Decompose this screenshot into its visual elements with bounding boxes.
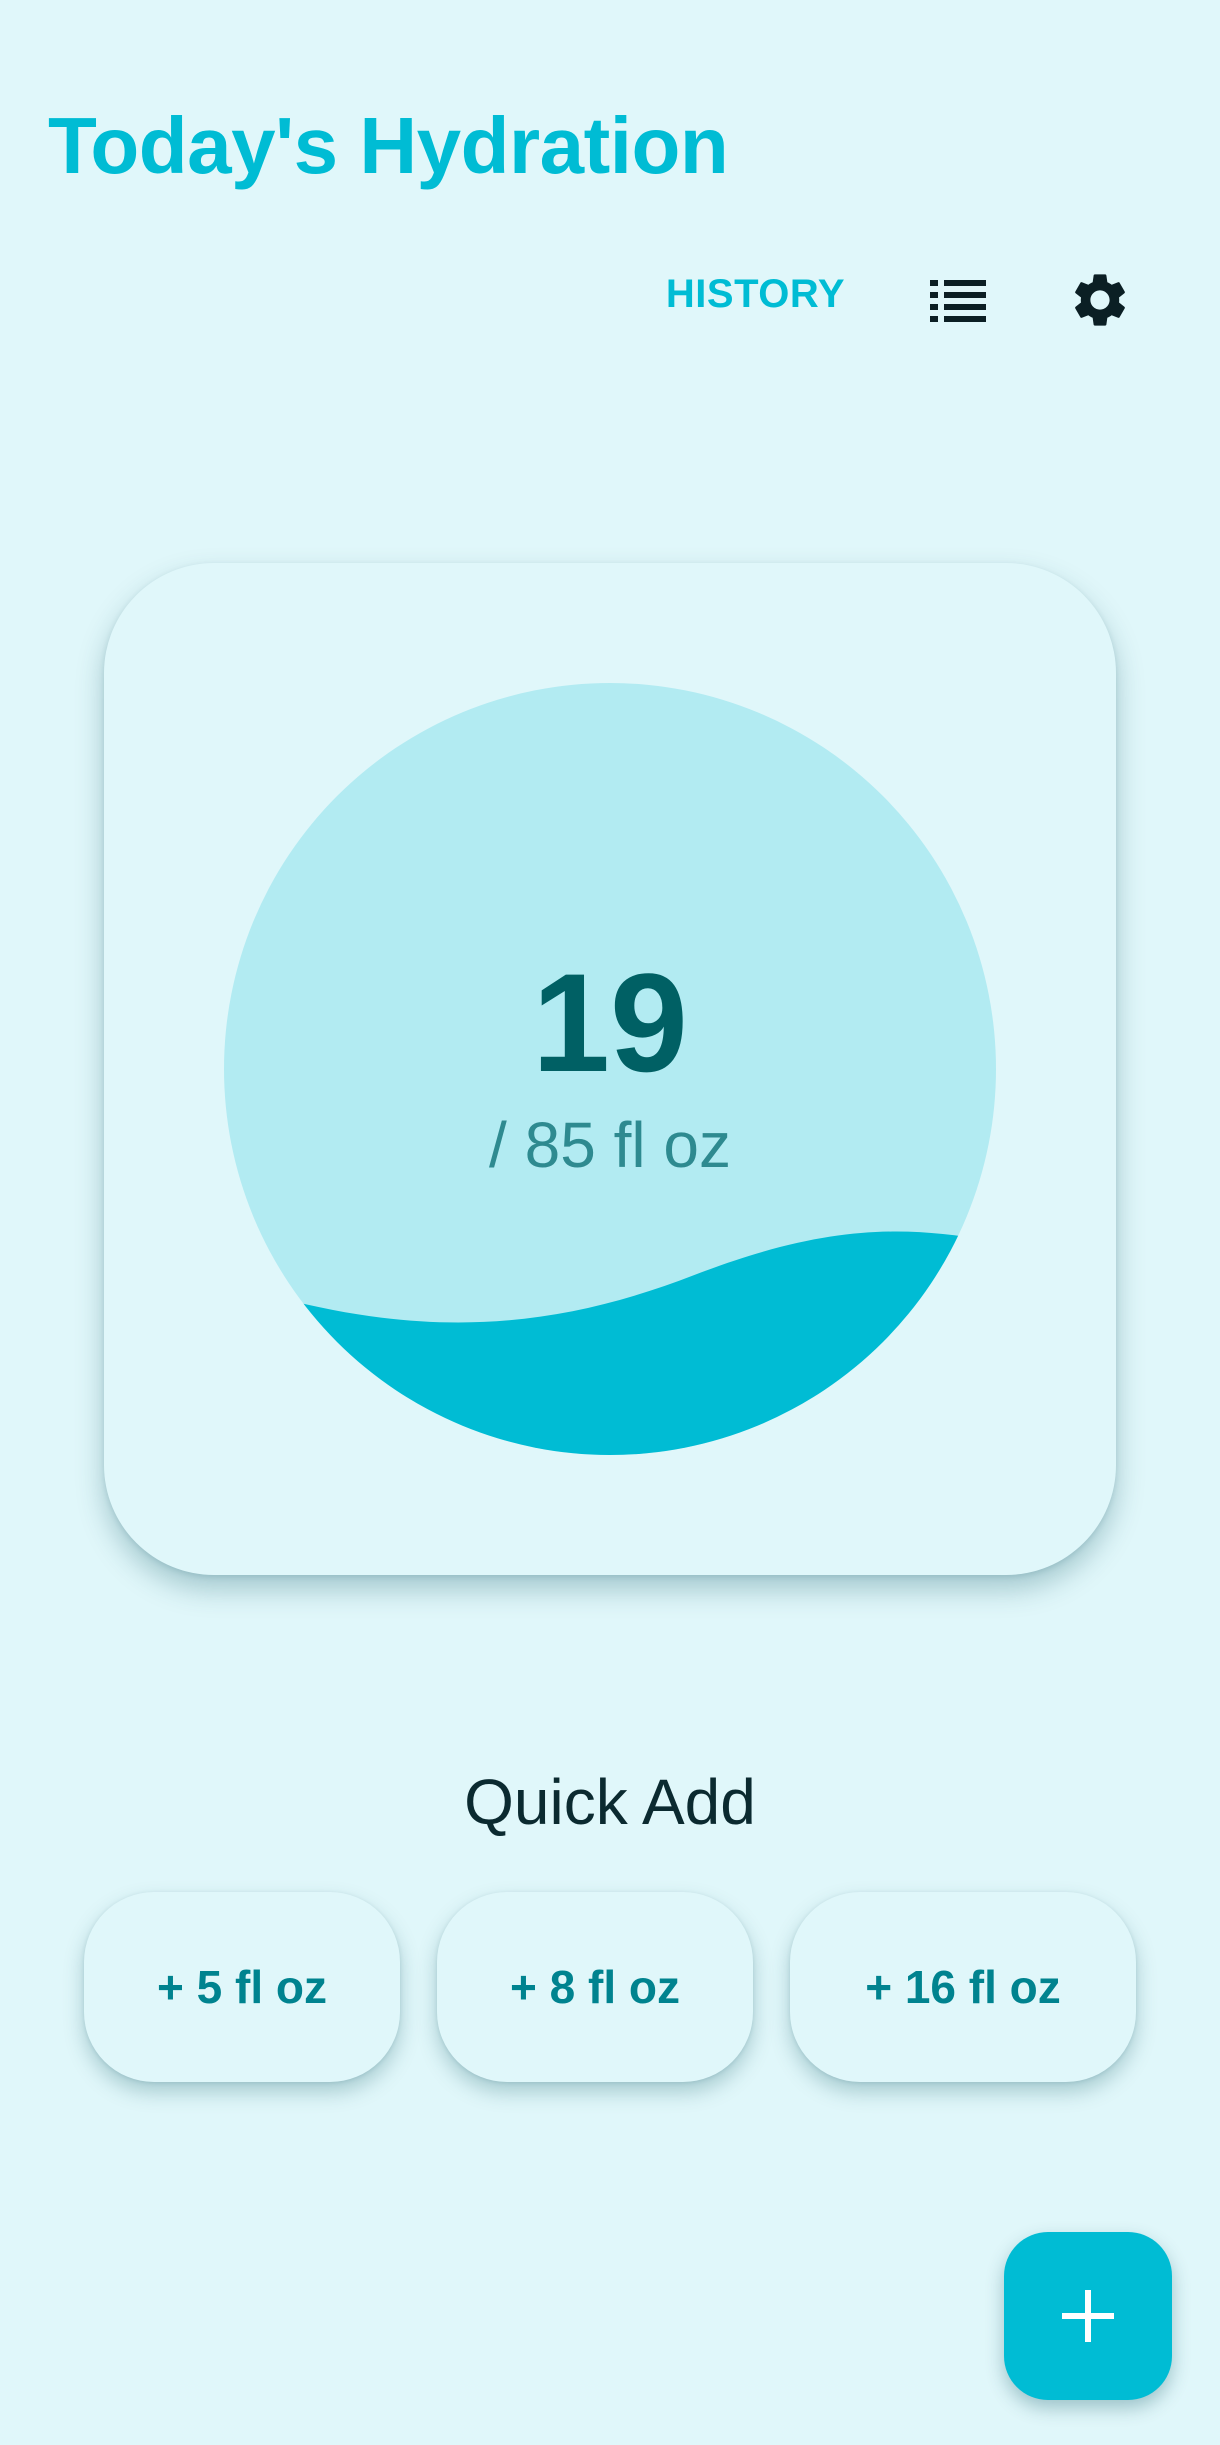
list-button[interactable] (928, 272, 988, 328)
quick-add-title: Quick Add (464, 1766, 756, 1838)
daily-goal: / 85 fl oz (489, 1109, 731, 1181)
hydration-screen: Today's Hydration HISTORY 19 / 85 fl oz … (0, 0, 1220, 2445)
page-title: Today's Hydration (48, 101, 729, 190)
list-icon (930, 280, 986, 322)
quick-add-16-button[interactable]: + 16 fl oz (790, 1892, 1136, 2082)
plus-icon (1062, 2290, 1114, 2342)
settings-button[interactable] (1068, 268, 1132, 332)
quick-add-8-button[interactable]: + 8 fl oz (437, 1892, 753, 2082)
gear-icon (1075, 274, 1125, 326)
history-button[interactable]: HISTORY (666, 272, 845, 317)
hydration-gauge: 19 / 85 fl oz (224, 683, 996, 1455)
consumed-amount: 19 (532, 944, 688, 1101)
progress-card: 19 / 85 fl oz (104, 563, 1116, 1575)
toolbar: HISTORY (0, 250, 1220, 350)
add-drink-button[interactable] (1004, 2232, 1172, 2400)
quick-add-5-button[interactable]: + 5 fl oz (84, 1892, 400, 2082)
